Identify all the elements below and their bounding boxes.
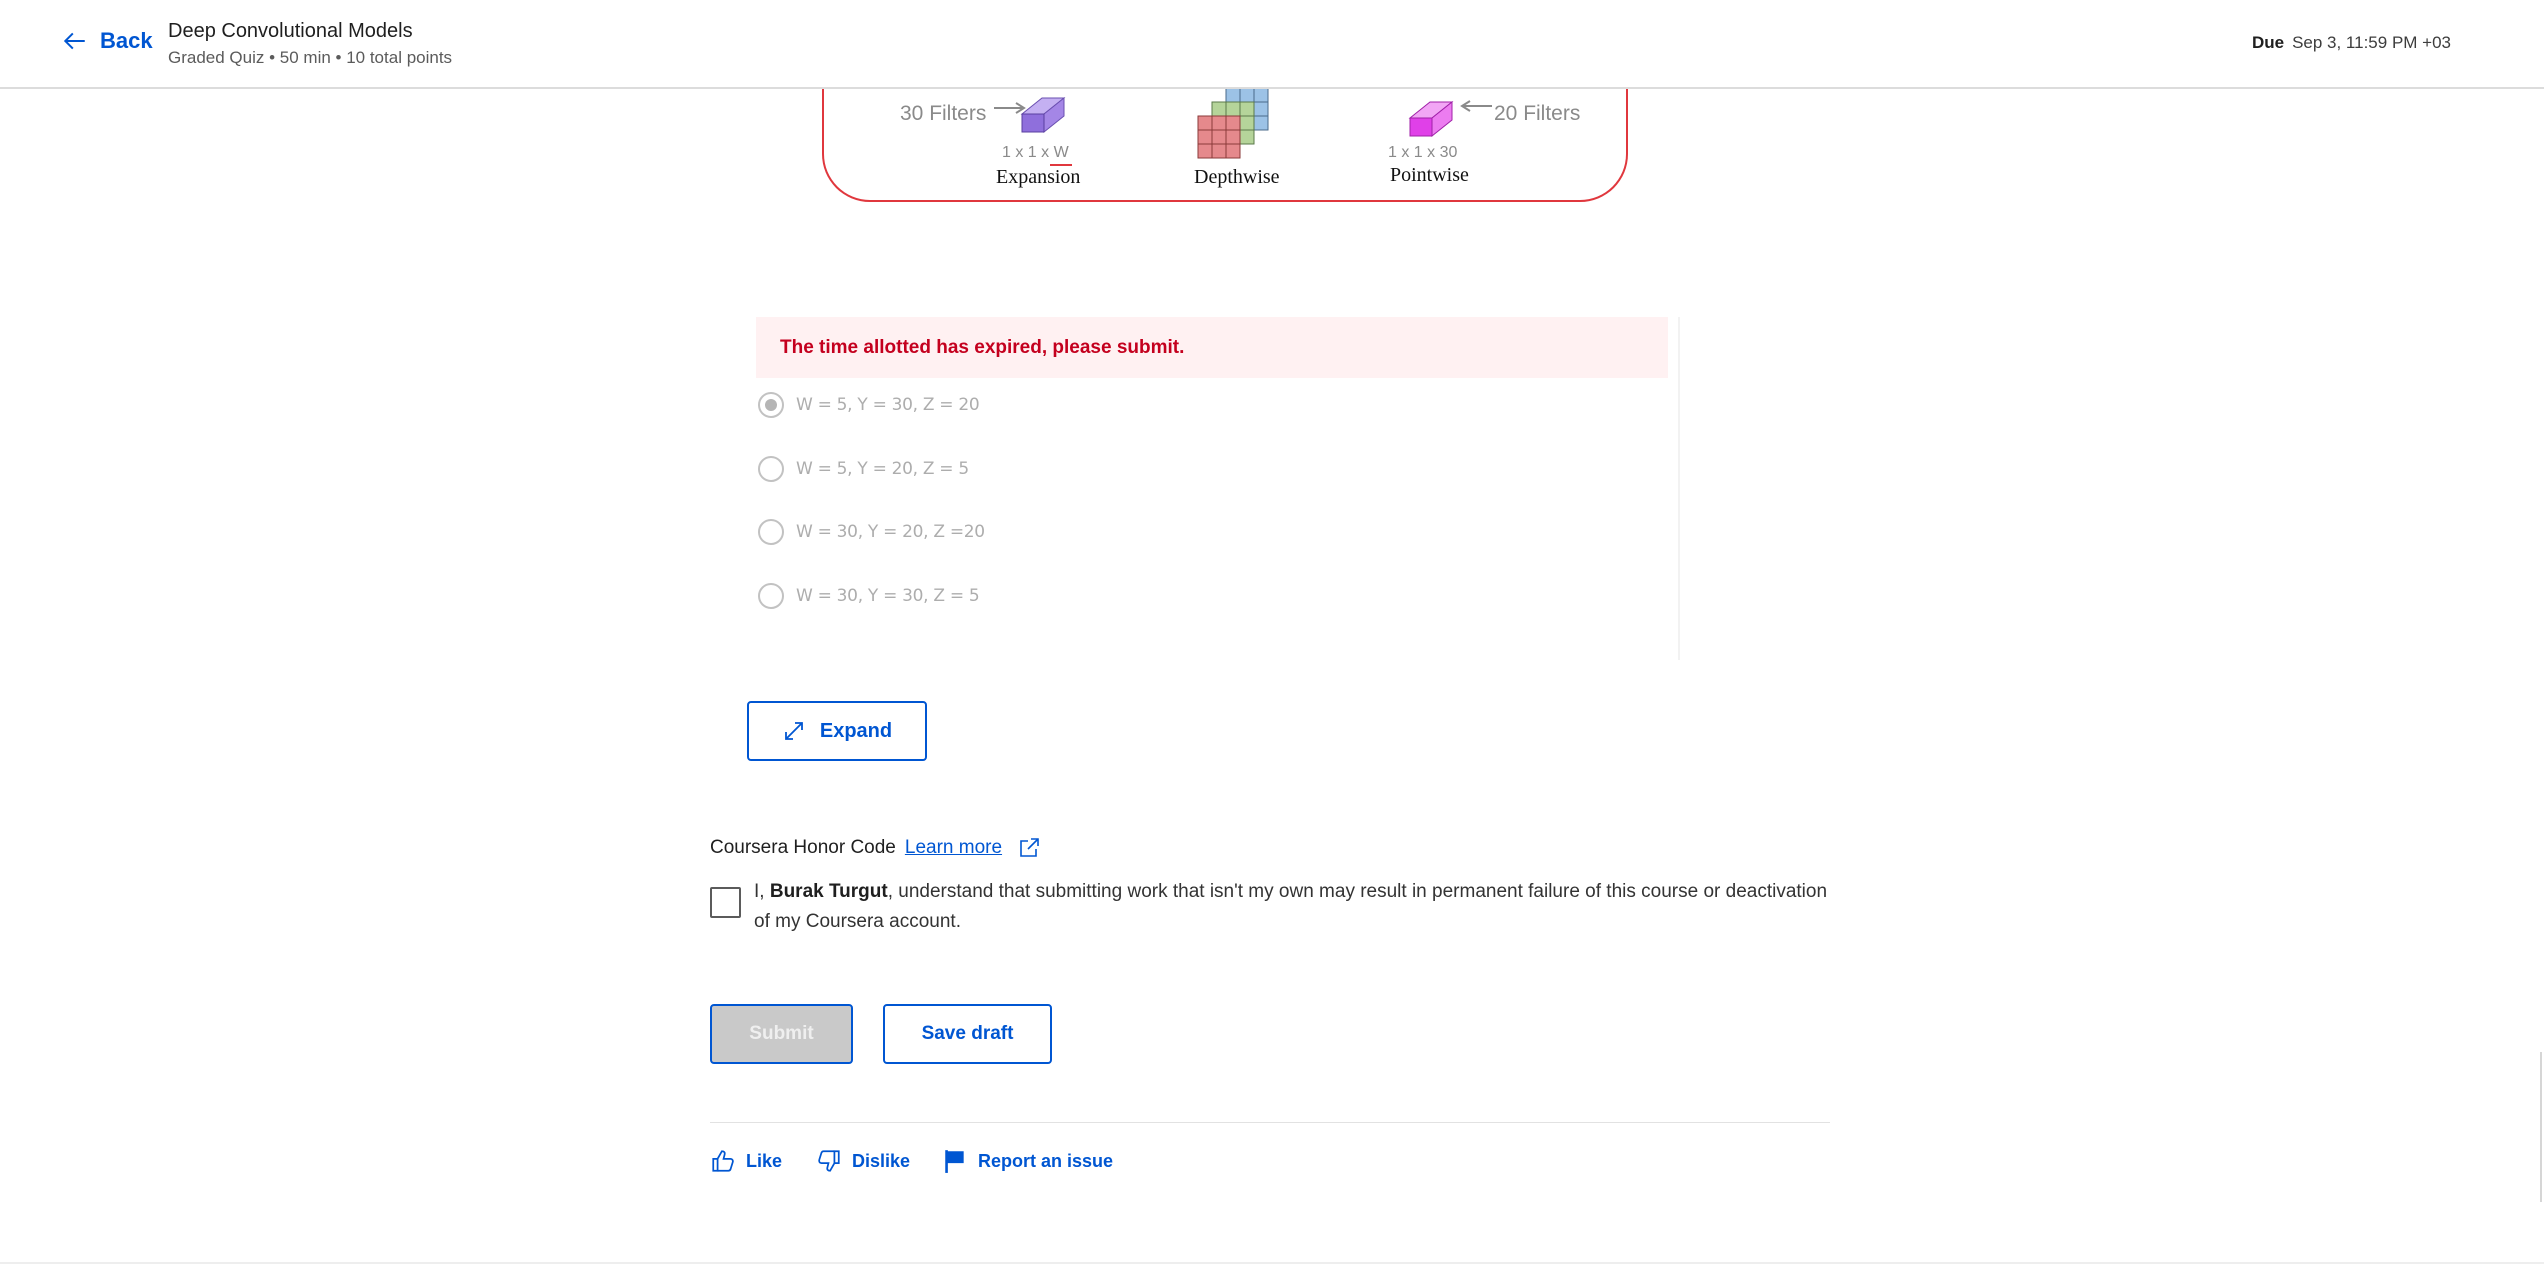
honor-code-title: Coursera Honor Code [710,837,896,858]
card-divider [1678,317,1680,660]
thumbs-down-icon [818,1150,840,1172]
answer-option-4[interactable]: W = 30, Y = 30, Z = 5 [758,583,980,609]
radio-button[interactable] [758,392,784,418]
due-value: Sep 3, 11:59 PM +03 [2292,33,2451,52]
thumbs-up-icon [712,1150,734,1172]
report-issue-button[interactable]: Report an issue [942,1148,1113,1174]
dislike-label: Dislike [852,1150,911,1171]
statement-text: , understand that submitting work that i… [754,881,1828,932]
flag-icon [945,1150,964,1173]
report-label: Report an issue [978,1150,1114,1171]
depthwise-label: Depthwise [1194,166,1280,188]
time-expired-alert: The time allotted has expired, please su… [756,317,1668,378]
arrow-left-icon [63,32,85,50]
learn-more-link[interactable]: Learn more [905,837,1002,859]
save-draft-button[interactable]: Save draft [883,1004,1052,1064]
radio-button[interactable] [758,456,784,482]
alert-text: The time allotted has expired, please su… [780,337,1185,358]
option-label: W = 5, Y = 30, Z = 20 [796,395,980,415]
option-label: W = 30, Y = 20, Z =20 [796,522,985,542]
expand-label: Expand [819,719,893,742]
pointwise-dims: 1 x 1 x 30 [1388,144,1458,161]
scrollbar[interactable] [2540,1052,2542,1202]
expansion-filter-shape [1020,96,1066,134]
like-label: Like [746,1150,783,1171]
user-name: Burak Turgut [769,881,888,902]
external-link-icon[interactable] [1017,836,1041,860]
back-button[interactable]: Back [62,28,153,54]
feedback-divider [710,1122,1830,1123]
due-label: Due [2251,33,2285,52]
page-bottom-rule [0,1262,2544,1264]
left-filters-label: 30 Filters [900,102,987,125]
top-bar: Back Deep Convolutional Models Graded Qu… [0,0,2544,89]
honor-code-checkbox[interactable] [710,887,741,918]
expansion-label: Expansion [996,166,1081,188]
right-filters-label: 20 Filters [1494,102,1581,125]
course-subtitle: Graded Quiz • 50 min • 10 total points [168,48,453,67]
due-date: Due Sep 3, 11:59 PM +03 [2252,33,2451,53]
statement-prefix: I, [754,881,770,902]
arrow-left-small-icon [1460,100,1492,112]
expand-button[interactable]: Expand [747,701,927,761]
back-label: Back [100,28,153,53]
answer-option-2[interactable]: W = 5, Y = 20, Z = 5 [758,456,969,482]
pointwise-filter-shape [1408,100,1454,138]
answer-option-1[interactable]: W = 5, Y = 30, Z = 20 [758,392,980,418]
answer-option-3[interactable]: W = 30, Y = 20, Z =20 [758,519,985,545]
depthwise-grid-shape [1197,88,1269,159]
pointwise-label: Pointwise [1390,164,1469,186]
option-label: W = 30, Y = 30, Z = 5 [796,586,980,606]
course-title: Deep Convolutional Models [168,20,413,42]
honor-statement: I, Burak Turgut, understand that submitt… [754,877,1834,937]
option-label: W = 5, Y = 20, Z = 5 [796,459,969,479]
like-button[interactable]: Like [710,1148,782,1174]
dislike-button[interactable]: Dislike [816,1148,910,1174]
submit-button[interactable]: Submit [710,1004,853,1064]
radio-button[interactable] [758,519,784,545]
expansion-dims: 1 x 1 x W [1002,144,1069,161]
radio-button[interactable] [758,583,784,609]
honor-code-row: Coursera Honor Code Learn more [710,836,1041,860]
expand-icon [784,722,803,740]
